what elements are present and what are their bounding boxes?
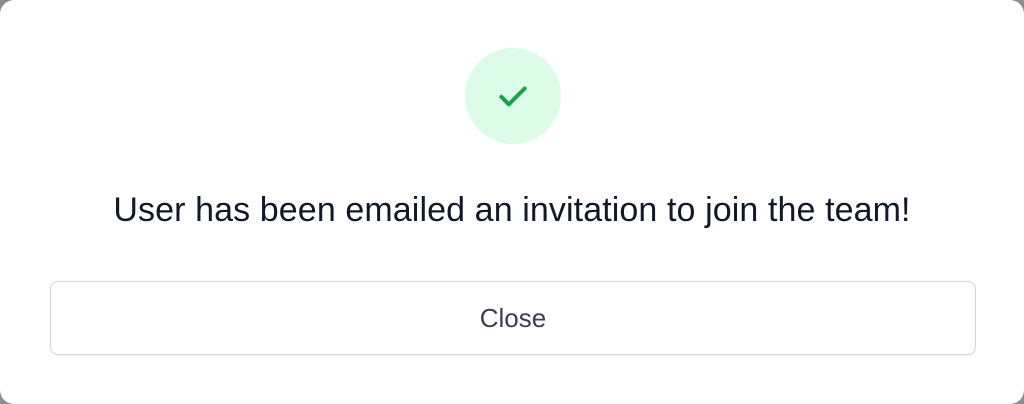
success-icon-badge — [465, 48, 561, 144]
invite-success-dialog: User has been emailed an invitation to j… — [0, 0, 1024, 404]
dialog-message: User has been emailed an invitation to j… — [113, 191, 911, 229]
check-icon — [499, 86, 527, 107]
close-button[interactable]: Close — [50, 281, 976, 355]
